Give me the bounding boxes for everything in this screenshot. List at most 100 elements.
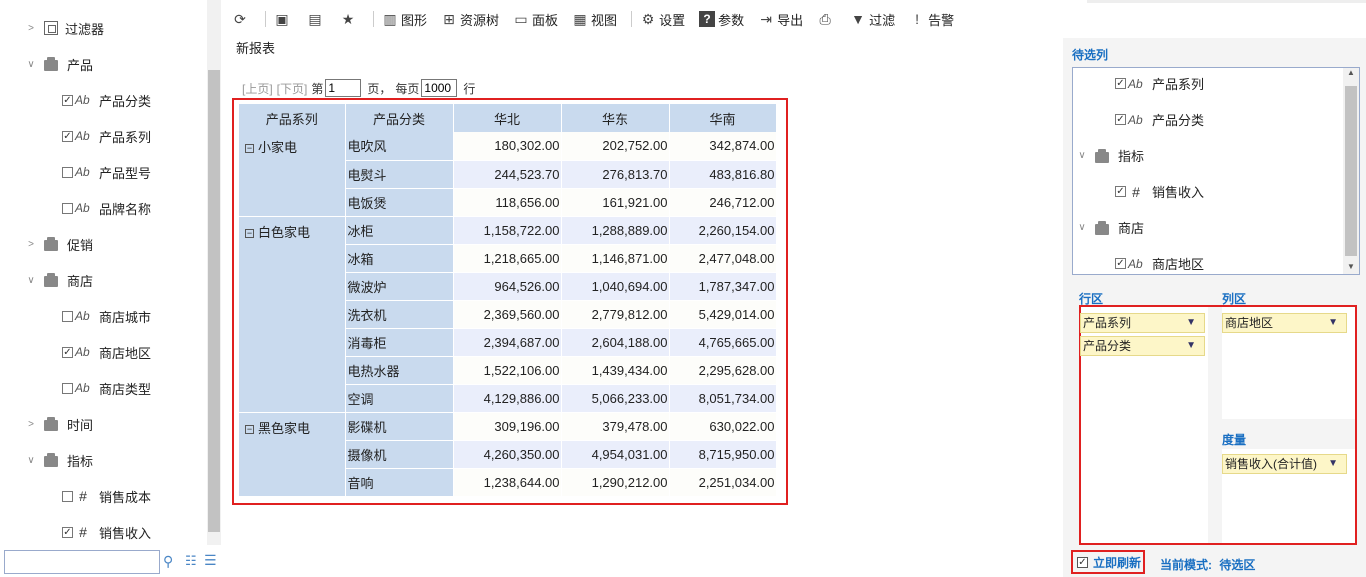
chevron-right-icon[interactable]: > [26,239,36,250]
value-cell: 1,290,212.00 [561,468,670,497]
candidate-item[interactable]: ✓ Ab 商店地区 [1115,254,1204,273]
value-cell: 5,429,014.00 [669,300,777,329]
text-type-icon: Ab [75,165,90,179]
tree-node[interactable]: Ab 商店城市 [62,304,151,328]
chevron-down-icon[interactable]: ∨ [1077,222,1087,233]
refresh-checkbox[interactable]: ✓ [1077,556,1088,568]
tree-node[interactable]: ✓ # 销售收入 [62,520,151,544]
tree-node[interactable]: ∨ 产品 [26,52,93,76]
checkbox[interactable] [62,202,73,214]
tree-node[interactable]: ✓ Ab 产品分类 [62,88,151,112]
hierarchy-icon[interactable]: ☷ [185,553,197,569]
checkbox[interactable]: ✓ [62,526,73,538]
tree-node[interactable]: > 促销 [26,232,93,256]
per-page-input[interactable] [421,79,458,97]
checkbox[interactable] [62,310,73,322]
tree-node[interactable]: Ab 产品型号 [62,160,151,184]
measure-zone-title: 度量 [1222,433,1247,447]
chevron-down-icon[interactable]: ∨ [26,275,36,286]
checkbox[interactable]: ✓ [62,94,73,106]
checkbox[interactable] [62,490,73,502]
collapse-icon[interactable]: − [245,228,254,238]
tree-node[interactable]: ∨ 指标 [26,448,93,472]
save-as-button[interactable]: ▤ [307,11,326,27]
candidate-scrollbar-thumb[interactable] [1345,86,1357,256]
checkbox[interactable]: ✓ [1115,78,1126,89]
tree-node[interactable]: ✓ Ab 产品系列 [62,124,151,148]
folder-icon [44,57,60,71]
alert-button[interactable]: ! 告警 [909,10,954,29]
column-header: 华南 [669,104,777,132]
value-cell: 276,813.70 [561,160,670,189]
list-view-icon[interactable]: ☰ [204,552,217,569]
scroll-up-icon[interactable]: ▲ [1347,68,1355,77]
value-cell: 630,022.00 [669,412,777,441]
candidate-item[interactable]: ✓ Ab 产品分类 [1115,110,1204,129]
candidate-item[interactable]: ∨ 指标 [1077,146,1144,165]
print-button[interactable]: ⎙ [817,11,836,27]
checkbox[interactable]: ✓ [1115,258,1126,269]
row-field-pill[interactable]: 产品分类 ▼ [1080,336,1205,356]
text-type-icon: Ab [1128,256,1143,271]
tree-node[interactable]: ✓ Ab 商店地区 [62,340,151,364]
checkbox[interactable] [62,166,73,178]
panel-button[interactable]: ▭ 面板 [513,10,558,29]
candidate-item[interactable]: ✓ Ab 产品系列 [1115,74,1204,93]
category-cell: 电热水器 [345,356,454,385]
export-button[interactable]: ⇥ 导出 [758,10,803,29]
scroll-down-icon[interactable]: ▼ [1347,262,1355,271]
tree-node[interactable]: > 时间 [26,412,93,436]
checkbox[interactable]: ✓ [62,346,73,358]
view-button[interactable]: ▦ 视图 [572,10,617,29]
chevron-down-icon[interactable]: ∨ [26,455,36,466]
star-button[interactable]: ★ [340,11,359,27]
collapse-icon[interactable]: − [245,424,254,434]
refresh-toggle[interactable]: ✓ 立即刷新 [1071,550,1145,574]
mode-label: 当前模式: [1160,558,1212,572]
chevron-right-icon[interactable]: > [26,419,36,430]
category-cell: 影碟机 [345,412,454,441]
candidate-item[interactable]: ∨ 商店 [1077,218,1144,237]
tree-node[interactable]: # 销售成本 [62,484,151,508]
tree-node[interactable]: > 过滤器 [26,16,104,40]
candidate-label: 商店 [1118,221,1145,236]
category-cell: 摄像机 [345,440,454,469]
measure-field-pill[interactable]: 销售收入(合计值) ▼ [1222,454,1347,474]
field-tree: > 过滤器 ∨ 产品 ✓ Ab 产品分类 ✓ Ab 产品系列 Ab 产品型号 Ab 品牌名称 > 促销 ∨ 商店 A… [0,0,207,545]
resource-tree-button[interactable]: ⊞ 资源树 [441,10,499,29]
refresh-button[interactable]: ⟳ [232,11,251,27]
checkbox[interactable]: ✓ [1115,186,1126,197]
dropdown-icon[interactable]: ▼ [1328,455,1338,473]
dropdown-icon[interactable]: ▼ [1186,337,1196,355]
search-icon[interactable]: ⚲ [163,553,173,570]
checkbox[interactable]: ✓ [1115,114,1126,125]
alert-icon: ! [915,11,920,27]
page-prefix-label: 第 [311,81,324,96]
dropdown-icon[interactable]: ▼ [1186,314,1196,332]
tree-node[interactable]: ∨ 商店 [26,268,93,292]
prev-page-link[interactable]: [上页] [242,80,273,97]
collapse-icon[interactable]: − [245,144,254,153]
tree-node[interactable]: Ab 商店类型 [62,376,151,400]
col-field-pill[interactable]: 商店地区 ▼ [1222,313,1347,333]
dropdown-icon[interactable]: ▼ [1328,314,1338,332]
row-field-pill[interactable]: 产品系列 ▼ [1080,313,1205,333]
chevron-right-icon[interactable]: > [26,23,36,34]
tree-scrollbar-thumb[interactable] [208,70,220,532]
page-number-input[interactable] [325,79,362,97]
tree-search-input[interactable] [4,550,160,574]
candidate-item[interactable]: ✓ # 销售收入 [1115,182,1204,201]
tree-node[interactable]: Ab 品牌名称 [62,196,151,220]
chevron-down-icon[interactable]: ∨ [1077,150,1087,161]
next-page-link[interactable]: [下页] [277,80,308,97]
chevron-down-icon[interactable]: ∨ [26,59,36,70]
help-button[interactable]: ? 参数 [699,10,744,29]
value-cell: 202,752.00 [561,132,670,161]
gear-button[interactable]: ⚙ 设置 [640,10,685,29]
save-button[interactable]: ▣ [274,11,293,27]
column-header: 产品系列 [239,104,346,132]
filter-button[interactable]: ▼ 过滤 [850,10,895,29]
chart-button[interactable]: ▥ 图形 [382,10,427,29]
checkbox[interactable]: ✓ [62,130,73,142]
checkbox[interactable] [62,382,73,394]
